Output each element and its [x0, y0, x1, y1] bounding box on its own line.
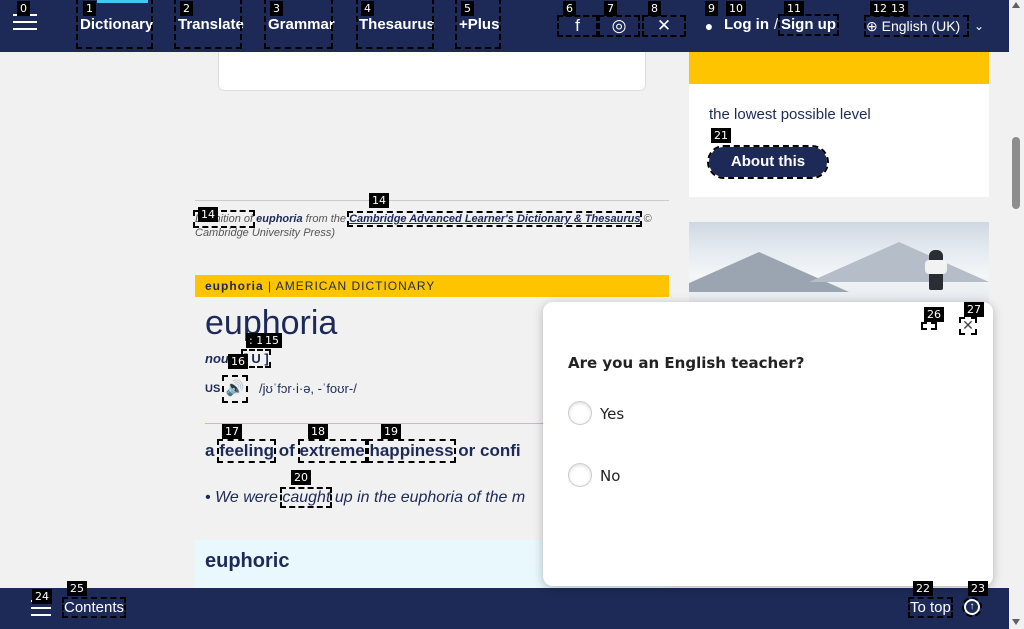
example-after: up in the euphoria of the m — [334, 489, 526, 506]
survey-question: Are you an English teacher? — [568, 354, 805, 372]
def-link-extreme[interactable]: extreme — [297, 439, 367, 463]
section-word: euphoria — [205, 279, 264, 293]
scroll-thumb[interactable] — [1012, 137, 1020, 209]
language-label: English (UK) — [881, 18, 961, 34]
marker-22: 22 — [913, 581, 933, 596]
marker-10: 10 — [726, 1, 746, 16]
definition-attribution: Definition of euphoria from the Cambridg… — [192, 210, 665, 240]
teacher-survey-popup: ✕ Are you an English teacher? Yes No — [543, 302, 993, 586]
marker-24: 24 — [32, 589, 52, 604]
marker-26: 26 — [924, 307, 944, 322]
page-scrollbar[interactable] — [1009, 0, 1024, 629]
globe-icon: ⊕ — [866, 18, 878, 34]
facebook-icon[interactable]: f — [557, 15, 598, 37]
section-label: | AMERICAN DICTIONARY — [268, 279, 436, 293]
example-link-caught[interactable]: caught — [280, 487, 333, 508]
example-sentence: • We were caught up in the euphoria of t… — [205, 487, 526, 508]
menu-hamburger-icon[interactable] — [13, 14, 37, 34]
arrow-up-circle-icon[interactable]: ↑ — [962, 597, 982, 617]
scroll-up-arrow-icon[interactable] — [1012, 2, 1020, 8]
marker-20: 20 — [291, 470, 311, 485]
attribution-from: from the — [305, 213, 347, 225]
close-icon[interactable]: ✕ — [959, 317, 977, 335]
chevron-down-icon[interactable]: ⌄ — [972, 17, 986, 35]
marker-21: 21 — [711, 128, 731, 143]
marker-18: 18 — [308, 424, 328, 439]
radio-yes[interactable] — [568, 401, 592, 425]
marker-8: 8 — [648, 1, 661, 16]
marker-16: 16 — [228, 354, 248, 369]
def-word-a: a — [205, 441, 215, 460]
audio-speaker-icon[interactable]: 🔊 — [222, 375, 248, 403]
marker-17: 17 — [222, 424, 242, 439]
top-navigation-bar: Dictionary Translate Grammar Thesaurus +… — [0, 0, 1009, 52]
runon-headword: euphoric — [205, 550, 290, 572]
radio-no-label[interactable]: No — [600, 467, 620, 485]
marker-15: 15 — [262, 333, 282, 348]
example-before: We were — [215, 489, 278, 506]
marker-27: 27 — [964, 302, 984, 317]
to-top-link[interactable]: To top — [908, 597, 953, 618]
marker-13: 13 — [888, 1, 908, 16]
attribution-word: euphoria — [256, 213, 303, 225]
radio-no[interactable] — [568, 463, 592, 487]
def-word-of: of — [278, 441, 295, 460]
minimize-icon[interactable] — [921, 322, 937, 330]
about-this-button[interactable]: About this — [707, 145, 829, 179]
marker-4: 4 — [361, 1, 374, 16]
def-link-happiness[interactable]: happiness — [367, 439, 456, 463]
marker-19: 19 — [381, 424, 401, 439]
def-word-rest: or confi — [458, 441, 521, 460]
marker-0: 0 — [17, 1, 30, 16]
marker-5: 5 — [461, 1, 474, 16]
bottom-bar: Contents To top ↑ — [0, 588, 1009, 629]
american-dictionary-header: euphoria | AMERICAN DICTIONARY — [195, 275, 669, 297]
login-separator: / — [774, 16, 779, 33]
marker-3: 3 — [270, 1, 283, 16]
marker-14-source: 14 — [369, 193, 389, 208]
definition-text: a feeling of extreme happiness or confi — [205, 439, 521, 463]
marker-25: 25 — [67, 581, 87, 596]
card-header-band — [689, 52, 989, 84]
instagram-icon[interactable]: ◎ — [598, 15, 640, 37]
marker-2: 2 — [180, 1, 193, 16]
marker-12: 12 — [870, 1, 890, 16]
example-bullet: • — [205, 489, 211, 506]
marker-6: 6 — [563, 1, 576, 16]
marker-11: 11 — [784, 1, 804, 16]
pronunciation: /jʊˈfɔr·i·ə, -ˈfoʊr-/ — [259, 381, 357, 396]
marker-9: 9 — [705, 1, 718, 16]
marker-23: 23 — [968, 581, 988, 596]
radio-yes-label[interactable]: Yes — [600, 405, 624, 423]
source-dictionary-link[interactable]: Cambridge Advanced Learner's Dictionary … — [347, 211, 643, 227]
marker-14-definition: 14 — [198, 207, 218, 222]
mountain-shape — [809, 242, 989, 282]
contents-link[interactable]: Contents — [61, 597, 127, 618]
scroll-down-arrow-icon[interactable] — [1012, 619, 1020, 625]
word-of-the-day-card: the lowest possible level About this — [689, 52, 989, 197]
marker-7: 7 — [604, 1, 617, 16]
blog-image — [689, 222, 989, 312]
def-link-feeling[interactable]: feeling — [217, 439, 276, 463]
language-selector[interactable]: ⊕ English (UK) — [864, 15, 969, 37]
signup-link[interactable]: Sign up — [778, 14, 839, 36]
skier-jacket — [925, 260, 947, 274]
marker-1: 1 — [83, 1, 96, 16]
region-label: US — [205, 383, 221, 395]
section-divider — [195, 200, 669, 201]
wotd-definition: the lowest possible level — [709, 106, 871, 123]
user-icon: ● — [704, 18, 714, 34]
x-twitter-icon[interactable]: ✕ — [642, 15, 686, 37]
